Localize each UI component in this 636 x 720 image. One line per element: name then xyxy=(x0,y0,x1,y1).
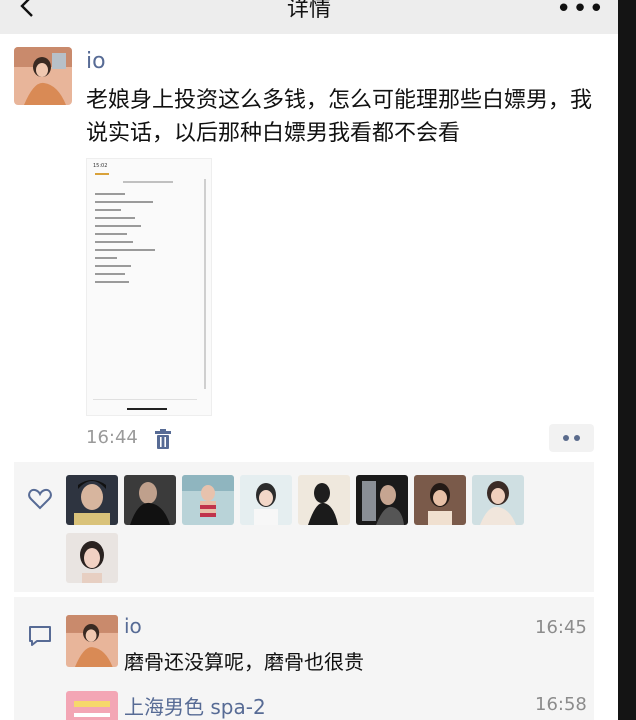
liker-avatar[interactable] xyxy=(124,475,176,525)
image-line xyxy=(95,281,129,283)
image-line xyxy=(95,241,133,243)
page-title: 详情 xyxy=(286,0,331,22)
image-line xyxy=(95,201,153,203)
image-line xyxy=(95,225,141,227)
liker-avatar[interactable] xyxy=(182,475,234,525)
commenter-avatar[interactable] xyxy=(66,691,118,720)
image-line xyxy=(95,273,125,275)
author-avatar[interactable] xyxy=(14,47,72,105)
screen-edge xyxy=(618,0,636,720)
image-line xyxy=(95,257,117,259)
comment-time: 16:45 xyxy=(535,617,587,638)
liker-avatar[interactable] xyxy=(414,475,466,525)
liker-avatar[interactable] xyxy=(298,475,350,525)
image-line xyxy=(95,217,135,219)
image-line xyxy=(95,193,125,195)
image-scrollbar xyxy=(204,179,206,389)
comment-time: 16:58 xyxy=(535,694,587,715)
image-line xyxy=(95,209,121,211)
liker-avatar[interactable] xyxy=(356,475,408,525)
action-dots-icon[interactable] xyxy=(549,424,594,452)
image-home-bar xyxy=(127,408,167,410)
post-image[interactable]: 15:02 xyxy=(86,158,212,416)
liker-avatar[interactable] xyxy=(66,475,118,525)
heart-icon xyxy=(28,488,52,510)
liker-avatar[interactable] xyxy=(66,533,118,583)
commenter-avatar[interactable] xyxy=(66,615,118,667)
image-line xyxy=(95,233,127,235)
more-icon[interactable]: ••• xyxy=(556,0,605,24)
image-line xyxy=(123,181,173,183)
nav-bar: 详情 ••• xyxy=(0,0,618,34)
comment-icon xyxy=(29,626,51,646)
comment-text: 磨骨还没算呢，磨骨也很贵 xyxy=(124,650,364,674)
post-time: 16:44 xyxy=(86,427,138,448)
liker-avatar[interactable] xyxy=(240,475,292,525)
image-line xyxy=(95,265,131,267)
image-toolbar xyxy=(93,399,197,400)
image-line xyxy=(95,249,155,251)
moments-detail-screen: 详情 ••• io 老娘身上投资这么多钱，怎么可能理那些白嫖男，我说实话，以后那… xyxy=(0,0,618,720)
comment-author[interactable]: 上海男色 spa-2 xyxy=(124,691,266,720)
image-status-time: 15:02 xyxy=(93,163,108,169)
comment-author[interactable]: io xyxy=(124,614,142,638)
liker-avatar[interactable] xyxy=(472,475,524,525)
post-text: 老娘身上投资这么多钱，怎么可能理那些白嫖男，我说实话，以后那种白嫖男我看都不会看 xyxy=(86,88,593,146)
trash-icon[interactable] xyxy=(154,429,172,449)
author-name[interactable]: io xyxy=(86,49,106,74)
image-line xyxy=(95,173,109,175)
